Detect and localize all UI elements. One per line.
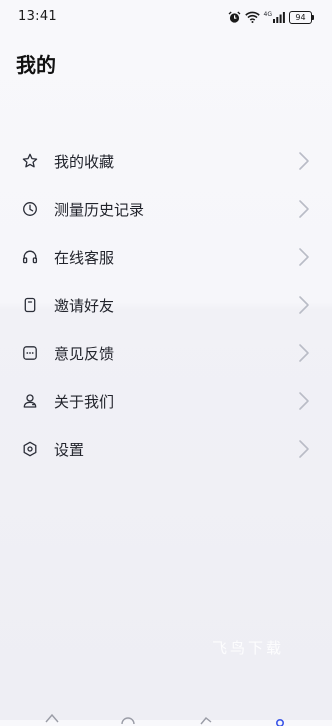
battery-icon: 94 [289,10,314,24]
menu-item-feedback[interactable]: 意见反馈 [0,329,332,377]
menu-item-favorites[interactable]: 我的收藏 [0,137,332,185]
user-icon [20,391,40,411]
chevron-right-icon [299,392,309,410]
clock-icon [20,199,40,219]
profile-tab-icon[interactable] [272,712,288,726]
star-icon [20,151,40,171]
watermark-text: 飞鸟下载 [212,639,285,657]
phone-icon [20,295,40,315]
bottom-nav [0,710,332,726]
menu-item-label: 意见反馈 [54,344,115,363]
headset-icon [20,247,40,267]
menu-item-settings[interactable]: 设置 [0,425,332,473]
menu-item-label: 我的收藏 [54,152,115,171]
chat-icon [20,343,40,363]
menu-item-label: 在线客服 [54,248,115,267]
chevron-right-icon [299,248,309,266]
wifi-icon [244,11,260,23]
alarm-icon [228,11,241,24]
chevron-right-icon [299,344,309,362]
menu-item-online-service[interactable]: 在线客服 [0,233,332,281]
chevron-right-icon [299,152,309,170]
menu-item-measurement-history[interactable]: 测量历史记录 [0,185,332,233]
menu-item-invite-friends[interactable]: 邀请好友 [0,281,332,329]
menu-item-label: 设置 [54,440,85,459]
chevron-right-icon [299,440,309,458]
discover-tab-icon[interactable] [198,712,214,726]
menu-item-label: 测量历史记录 [54,200,145,219]
chevron-right-icon [299,296,309,314]
home-icon[interactable] [44,712,60,726]
chat-tab-icon[interactable] [120,712,136,726]
battery-level: 94 [295,12,306,22]
status-icons: 4G 94 [228,9,314,25]
hexagon-settings-icon [20,439,40,459]
menu-item-label: 关于我们 [54,392,115,411]
cellular-signal-icon: 4G [263,10,285,23]
menu-item-about-us[interactable]: 关于我们 [0,377,332,425]
status-bar: 13:41 4G 94 [0,0,332,34]
menu-list: 我的收藏 测量历史记录 在线客服 邀请好友 意见反馈 关于我们 设置 [0,137,332,473]
network-type-label: 4G [263,10,272,18]
status-time: 13:41 [18,9,57,24]
page-title: 我的 [16,53,56,77]
menu-item-label: 邀请好友 [54,296,115,315]
chevron-right-icon [299,200,309,218]
